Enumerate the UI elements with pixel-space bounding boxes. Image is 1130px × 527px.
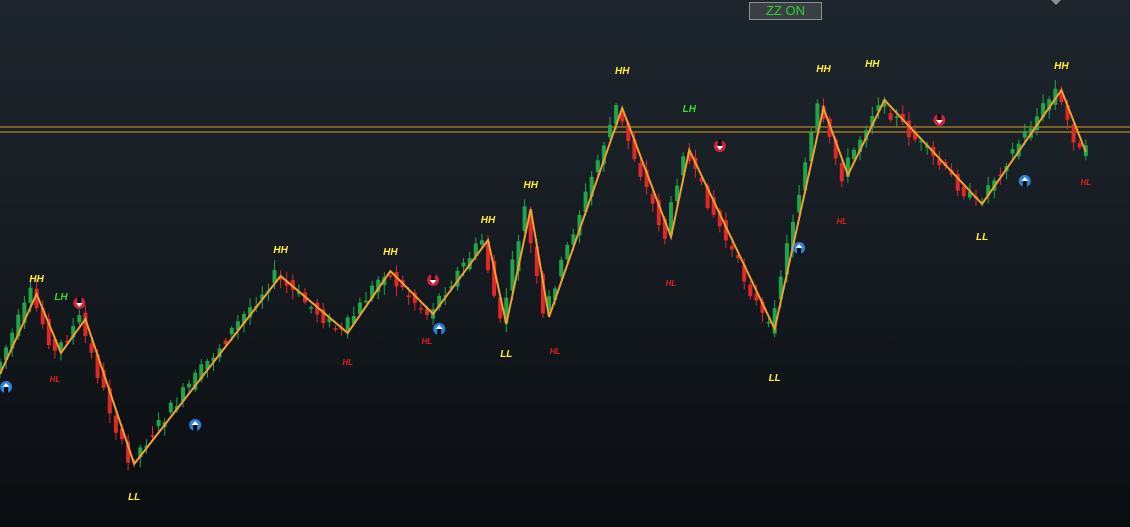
candle-body: [150, 435, 155, 437]
candle-body: [388, 275, 393, 277]
horizontal-levels: [0, 126, 1130, 133]
swing-label-hl: HL: [50, 375, 61, 384]
candle-body: [113, 415, 118, 433]
candle-body: [461, 262, 466, 267]
swing-label-hl: HL: [422, 337, 433, 346]
swing-label-ll: LL: [500, 349, 512, 360]
candle-body: [156, 419, 161, 427]
swing-label-ll: LL: [769, 373, 781, 384]
candle-body: [406, 295, 411, 298]
arrow-up-icon: [1018, 175, 1031, 187]
candle-body: [565, 244, 570, 260]
zigzag-line: [0, 87, 1087, 467]
swing-label-hh: HH: [29, 274, 44, 285]
candle-body: [418, 308, 423, 310]
swing-label-hh: HH: [523, 180, 538, 191]
swing-label-lh: LH: [683, 104, 697, 115]
candle-body: [229, 328, 234, 335]
candle-body: [28, 287, 33, 303]
candle-body: [89, 343, 94, 353]
swing-label-hh: HH: [481, 215, 496, 226]
candle-body: [77, 315, 82, 323]
candle-body: [608, 124, 612, 138]
candle-body: [748, 284, 753, 297]
swing-label-hl: HL: [550, 347, 561, 356]
swing-label-hh: HH: [1054, 61, 1069, 72]
swing-label-hl: HL: [342, 358, 353, 367]
candle-body: [309, 307, 314, 309]
scroll-marker-icon: [1051, 0, 1061, 5]
candle-body: [961, 186, 966, 197]
arrow-down-icon: [713, 140, 726, 152]
candle-body: [333, 328, 338, 330]
swing-label-hh: HH: [383, 247, 398, 258]
candle-body: [894, 116, 899, 118]
swing-label-hh: HH: [273, 245, 288, 256]
swing-label-hh: HH: [615, 66, 630, 77]
candle-body: [345, 317, 350, 331]
candle-body: [650, 193, 655, 204]
zigzag-toggle-button[interactable]: ZZ ON: [749, 2, 822, 20]
swing-label-hl: HL: [836, 217, 847, 226]
swing-label-hl: HL: [666, 279, 677, 288]
candle-body: [839, 163, 844, 182]
candle-body: [730, 245, 734, 250]
candle-body: [559, 259, 564, 277]
swing-label-hh: HH: [865, 59, 880, 70]
candle-body: [888, 113, 893, 120]
candlestick-chart: HH LH HL LL HH HL HH HL HH LL HH HL HH LH HL LL HH HL HH LL…: [0, 59, 1130, 503]
candle-body: [364, 300, 368, 303]
swing-label-ll: LL: [976, 232, 988, 243]
signal-arrows: [0, 114, 1031, 431]
arrow-down-icon: [427, 274, 440, 286]
candle-body: [638, 162, 643, 177]
arrow-up-icon: [433, 323, 446, 335]
swing-label-hl: HL: [1080, 178, 1091, 187]
swing-label-ll: LL: [128, 492, 140, 503]
candles: [0, 80, 1088, 471]
candle-body: [766, 322, 771, 324]
zigzag-layer: [0, 87, 1087, 467]
arrow-up-icon: [793, 242, 806, 254]
candle-body: [479, 240, 484, 245]
swing-label-hh: HH: [816, 64, 831, 75]
candle-body: [1010, 149, 1015, 154]
arrow-up-icon: [189, 419, 202, 431]
candle-body: [1022, 131, 1027, 138]
chart-panel: HH LH HL LL HH HL HH HL HH LL HH HL HH LH HL LL HH HL HH LL…: [0, 0, 1130, 527]
swing-label-lh: LH: [54, 292, 68, 303]
arrow-up-icon: [0, 381, 13, 393]
candle-body: [1077, 143, 1082, 148]
arrow-down-icon: [933, 114, 946, 126]
candle-body: [595, 160, 600, 173]
swing-labels: HH LH HL LL HH HL HH HL HH LL HH HL HH LH HL LL HH HL HH LL…: [29, 59, 1091, 503]
candle-body: [187, 383, 192, 388]
candle-body: [168, 402, 173, 413]
arrow-down-icon: [73, 297, 86, 309]
